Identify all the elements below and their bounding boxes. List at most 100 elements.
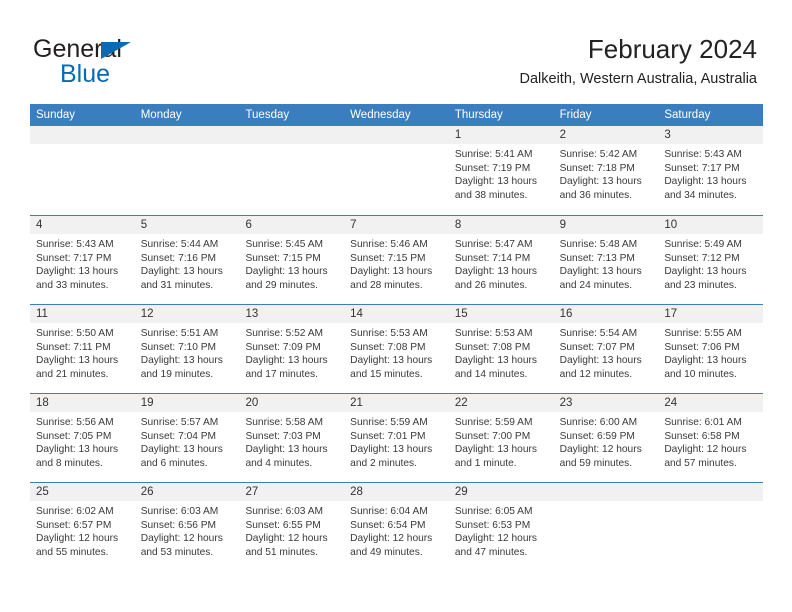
calendar-day-cell[interactable]: 17 Sunrise: 5:55 AM Sunset: 7:06 PM Dayligh… [658,305,764,393]
calendar-day-cell[interactable]: 10 Sunrise: 5:49 AM Sunset: 7:12 PM Dayligh… [658,216,764,304]
day-details: Sunrise: 5:43 AM Sunset: 7:17 PM Daylight:… [30,234,135,292]
sunset-text: Sunset: 6:59 PM [559,430,635,442]
calendar-day-cell-empty [239,126,345,215]
day-details: Sunrise: 5:50 AM Sunset: 7:11 PM Daylight:… [30,323,135,381]
daylight-text: Daylight: 12 hours and 51 minutes. [245,533,328,558]
day-number: 4 [30,216,135,234]
brand-logo[interactable]: General Blue [33,36,293,92]
calendar-day-cell[interactable]: 5 Sunrise: 5:44 AM Sunset: 7:16 PM Daylight… [134,216,240,304]
calendar-day-cell[interactable]: 27 Sunrise: 6:03 AM Sunset: 6:55 PM Dayligh… [239,483,345,571]
sunset-text: Sunset: 7:17 PM [36,252,112,264]
calendar-day-cell[interactable]: 1 Sunrise: 5:41 AM Sunset: 7:19 PM Daylight… [448,126,554,215]
calendar-day-cell[interactable]: 21 Sunrise: 5:59 AM Sunset: 7:01 PM Dayligh… [344,394,449,482]
calendar-day-cell[interactable]: 3 Sunrise: 5:43 AM Sunset: 7:17 PM Daylight… [658,126,764,215]
day-details: Sunrise: 5:49 AM Sunset: 7:12 PM Daylight:… [658,234,763,292]
sunrise-text: Sunrise: 5:51 AM [140,328,219,339]
daylight-text: Daylight: 13 hours and 28 minutes. [350,266,433,291]
calendar-day-cell[interactable]: 24 Sunrise: 6:01 AM Sunset: 6:58 PM Dayligh… [658,394,764,482]
day-details [135,144,240,148]
sunset-text: Sunset: 7:14 PM [454,252,531,264]
daylight-text: Daylight: 13 hours and 19 minutes. [140,355,223,380]
day-details: Sunrise: 5:59 AM Sunset: 7:01 PM Daylight:… [344,412,449,470]
calendar-day-cell[interactable]: 11 Sunrise: 5:50 AM Sunset: 7:11 PM Dayligh… [30,305,135,393]
sunset-text: Sunset: 7:11 PM [36,341,111,353]
day-details: Sunrise: 5:42 AM Sunset: 7:18 PM Daylight:… [554,144,659,202]
day-number: 23 [553,394,659,412]
daylight-text: Daylight: 13 hours and 23 minutes. [664,266,747,291]
daylight-text: Daylight: 13 hours and 2 minutes. [350,444,433,469]
weekday-header-monday: Monday [140,109,182,121]
sunrise-text: Sunrise: 5:43 AM [36,239,114,250]
calendar-day-cell[interactable]: 2 Sunrise: 5:42 AM Sunset: 7:18 PM Daylight… [553,126,659,215]
calendar-day-cell[interactable]: 19 Sunrise: 5:57 AM Sunset: 7:04 PM Dayligh… [134,394,240,482]
sunset-text: Sunset: 7:19 PM [454,162,531,174]
daylight-text: Daylight: 13 hours and 12 minutes. [559,355,642,380]
calendar-day-cell[interactable]: 20 Sunrise: 5:58 AM Sunset: 7:03 PM Dayligh… [239,394,345,482]
sunrise-text: Sunrise: 5:55 AM [664,328,742,339]
day-number: 29 [448,483,554,501]
calendar-day-cell[interactable]: 8 Sunrise: 5:47 AM Sunset: 7:14 PM Daylight… [448,216,554,304]
sunrise-text: Sunrise: 5:42 AM [559,149,638,160]
day-details: Sunrise: 5:58 AM Sunset: 7:03 PM Daylight:… [239,412,344,470]
calendar-day-cell[interactable]: 28 Sunrise: 6:04 AM Sunset: 6:54 PM Dayligh… [344,483,449,571]
sunset-text: Sunset: 6:53 PM [454,519,531,531]
daylight-text: Daylight: 13 hours and 29 minutes. [245,266,328,291]
title-block: February 2024 Dalkeith, Western Australi… [520,33,757,89]
sunset-text: Sunset: 7:07 PM [559,341,635,353]
daylight-text: Daylight: 13 hours and 6 minutes. [140,444,223,469]
calendar-day-cell[interactable]: 13 Sunrise: 5:52 AM Sunset: 7:09 PM Dayligh… [239,305,345,393]
calendar-grid: Sunday Monday Tuesday Wednesday Thursday… [30,104,764,571]
sunrise-text: Sunrise: 5:48 AM [559,239,638,250]
triangle-icon [101,42,131,59]
sunset-text: Sunset: 7:16 PM [140,252,217,264]
calendar-day-cell[interactable]: 26 Sunrise: 6:03 AM Sunset: 6:56 PM Dayligh… [134,483,240,571]
sunrise-text: Sunrise: 6:03 AM [245,506,324,517]
daylight-text: Daylight: 13 hours and 10 minutes. [664,355,747,380]
day-details: Sunrise: 5:52 AM Sunset: 7:09 PM Daylight:… [239,323,344,381]
daylight-text: Daylight: 13 hours and 36 minutes. [559,176,642,201]
daylight-text: Daylight: 13 hours and 17 minutes. [245,355,328,380]
calendar-day-cell[interactable]: 22 Sunrise: 5:59 AM Sunset: 7:00 PM Dayligh… [448,394,554,482]
calendar-day-cell[interactable]: 23 Sunrise: 6:00 AM Sunset: 6:59 PM Dayligh… [553,394,659,482]
calendar-day-cell[interactable]: 16 Sunrise: 5:54 AM Sunset: 7:07 PM Dayligh… [553,305,659,393]
sunset-text: Sunset: 7:03 PM [245,430,321,442]
sunrise-text: Sunrise: 6:04 AM [350,506,428,517]
calendar-day-cell[interactable]: 25 Sunrise: 6:02 AM Sunset: 6:57 PM Dayligh… [30,483,135,571]
day-number: 1 [448,126,554,144]
day-number: 10 [658,216,764,234]
calendar-page: General Blue February 2024 Dalkeith, Wes… [0,0,792,612]
calendar-weeks: 1 Sunrise: 5:41 AM Sunset: 7:19 PM Daylight… [30,126,764,571]
weekday-header-friday: Friday [559,109,592,121]
day-number: 6 [239,216,345,234]
day-details: Sunrise: 5:55 AM Sunset: 7:06 PM Daylight:… [658,323,763,381]
calendar-day-cell[interactable]: 18 Sunrise: 5:56 AM Sunset: 7:05 PM Dayligh… [30,394,135,482]
day-number: 2 [553,126,659,144]
day-details: Sunrise: 5:53 AM Sunset: 7:08 PM Daylight:… [344,323,449,381]
sunset-text: Sunset: 6:55 PM [245,519,321,531]
calendar-week-row: 4 Sunrise: 5:43 AM Sunset: 7:17 PM Daylight… [30,215,764,304]
day-number: 26 [134,483,240,501]
daylight-text: Daylight: 13 hours and 8 minutes. [36,444,119,469]
sunrise-text: Sunrise: 5:46 AM [350,239,428,250]
day-details: Sunrise: 5:57 AM Sunset: 7:04 PM Daylight:… [135,412,240,470]
calendar-day-cell[interactable]: 12 Sunrise: 5:51 AM Sunset: 7:10 PM Dayligh… [134,305,240,393]
sunset-text: Sunset: 7:10 PM [140,341,217,353]
calendar-day-cell[interactable]: 7 Sunrise: 5:46 AM Sunset: 7:15 PM Daylight… [344,216,449,304]
page-title: February 2024 [587,34,757,64]
calendar-day-cell-empty [658,483,764,571]
day-number: 17 [658,305,764,323]
sunset-text: Sunset: 7:04 PM [140,430,217,442]
day-details: Sunrise: 5:59 AM Sunset: 7:00 PM Daylight:… [449,412,554,470]
calendar-day-cell[interactable]: 14 Sunrise: 5:53 AM Sunset: 7:08 PM Dayligh… [344,305,449,393]
calendar-day-cell[interactable]: 9 Sunrise: 5:48 AM Sunset: 7:13 PM Daylight… [553,216,659,304]
daylight-text: Daylight: 13 hours and 21 minutes. [36,355,119,380]
calendar-day-cell[interactable]: 29 Sunrise: 6:05 AM Sunset: 6:53 PM Dayligh… [448,483,554,571]
day-number: 18 [30,394,135,412]
calendar-day-cell[interactable]: 4 Sunrise: 5:43 AM Sunset: 7:17 PM Daylight… [30,216,135,304]
weekday-header-saturday: Saturday [664,109,711,121]
daylight-text: Daylight: 12 hours and 47 minutes. [454,533,537,558]
day-details: Sunrise: 6:04 AM Sunset: 6:54 PM Daylight:… [344,501,449,559]
calendar-day-cell[interactable]: 15 Sunrise: 5:53 AM Sunset: 7:08 PM Dayligh… [448,305,554,393]
day-number: 19 [134,394,240,412]
calendar-day-cell[interactable]: 6 Sunrise: 5:45 AM Sunset: 7:15 PM Daylight… [239,216,345,304]
